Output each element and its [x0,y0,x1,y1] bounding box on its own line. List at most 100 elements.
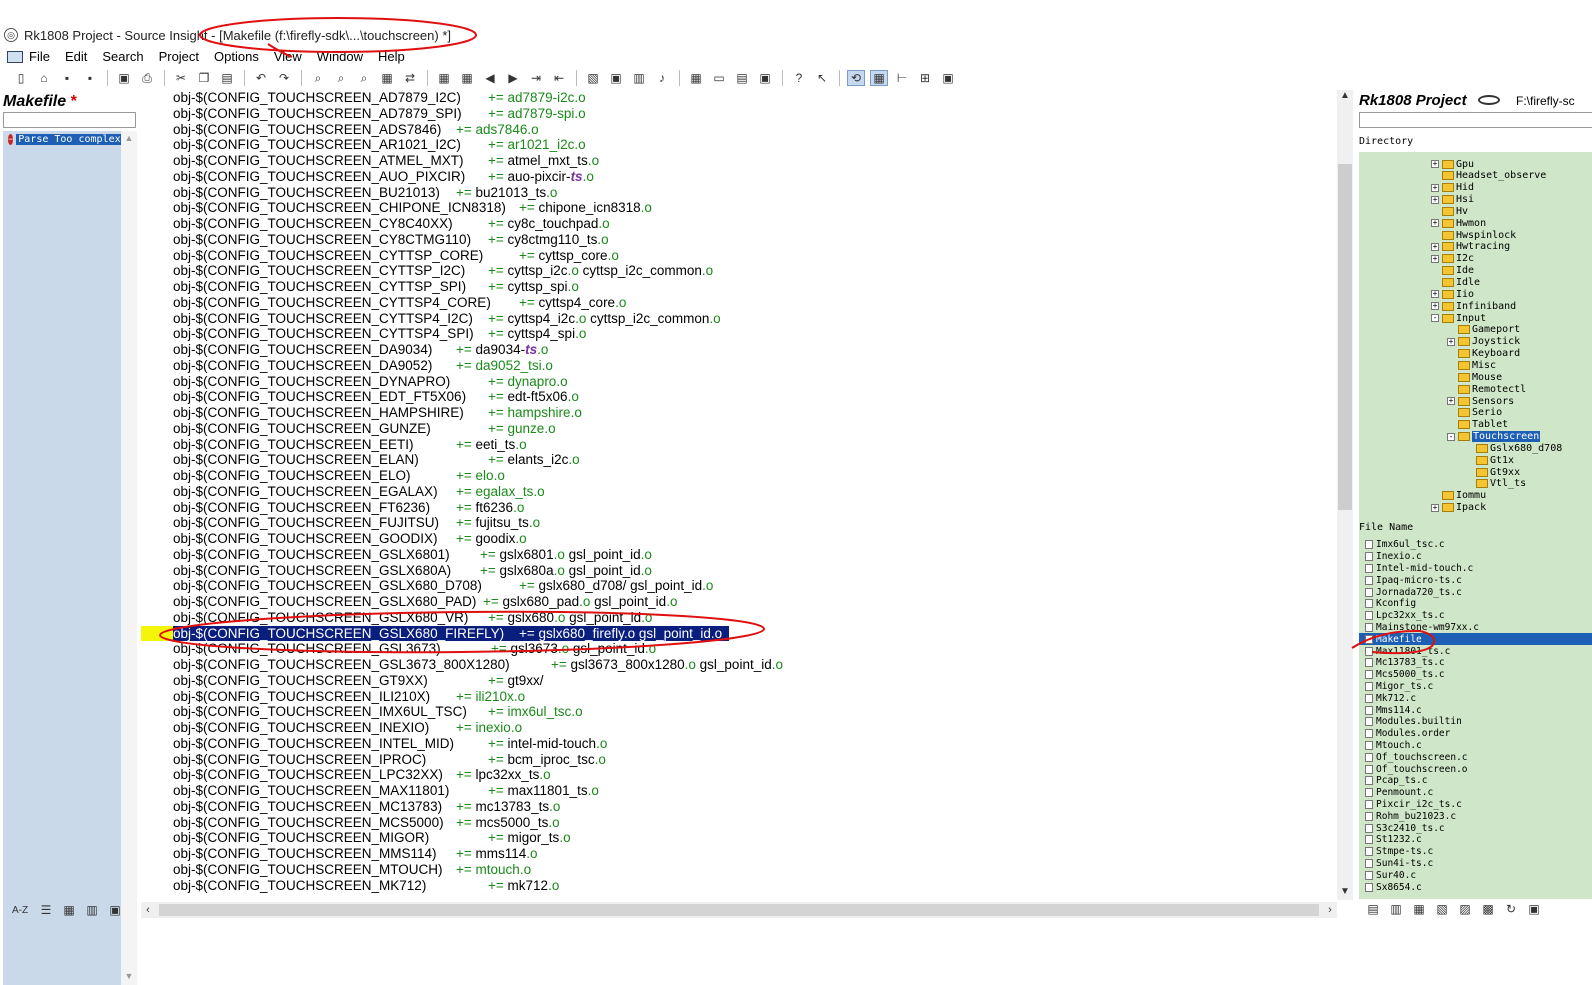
outdent-icon[interactable]: ⇤ [550,70,568,86]
tree-item[interactable]: Serio [1447,407,1502,419]
lookup-icon[interactable]: ▦ [378,70,396,86]
code-line[interactable]: obj-$(CONFIG_TOUCHSCREEN_AD7879_I2C) += a… [173,90,729,106]
code-line[interactable]: obj-$(CONFIG_TOUCHSCREEN_INTEL_MID) += in… [173,736,729,752]
tree-item[interactable]: + Gpu [1431,158,1474,170]
code-line[interactable]: obj-$(CONFIG_TOUCHSCREEN_CYTTSP_I2C) += c… [173,263,729,279]
save-icon[interactable]: ▪ [58,70,76,86]
tree-item[interactable]: Gameport [1447,324,1520,336]
code-line[interactable]: obj-$(CONFIG_TOUCHSCREEN_GT9XX) += gt9xx/ [173,673,729,689]
expand-icon[interactable]: + [1431,242,1439,251]
bookmark-icon[interactable]: ▦ [435,70,453,86]
symbol-item[interactable]: − Parse Too complex [3,132,121,146]
code-line[interactable]: obj-$(CONFIG_TOUCHSCREEN_GSLX6801) += gsl… [173,547,729,563]
code-area[interactable]: obj-$(CONFIG_TOUCHSCREEN_AD7879_I2C) += a… [173,90,783,894]
symbol-view-icon[interactable]: ▥ [1387,901,1405,917]
collapse-icon[interactable]: - [1447,432,1455,441]
tree-item[interactable]: Hv [1431,205,1468,217]
file-item[interactable]: Of_touchscreen.o [1359,763,1592,775]
print-icon[interactable]: ⎙ [138,70,156,86]
redo-icon[interactable]: ↷ [275,70,293,86]
code-line[interactable]: obj-$(CONFIG_TOUCHSCREEN_MTOUCH) += mtouc… [173,862,729,878]
pointer-help-icon[interactable]: ↖ [813,70,831,86]
file-item[interactable]: Mainstone-wm97xx.c [1359,622,1592,634]
expand-icon[interactable]: + [1431,195,1439,204]
project-window-icon[interactable]: ▦ [870,70,888,86]
relation-icon[interactable]: ▥ [630,70,648,86]
menu-file[interactable]: File [29,49,50,64]
expand-icon[interactable]: + [1431,503,1439,512]
file-item[interactable]: Inexio.c [1359,551,1592,563]
expand-icon[interactable]: + [1431,219,1439,228]
tree-item[interactable]: + Sensors [1447,395,1514,407]
tree-item[interactable]: + Hwmon [1431,217,1486,229]
file-item[interactable]: Modules.builtin [1359,716,1592,728]
replace-icon[interactable]: ⇄ [401,70,419,86]
tree-item[interactable]: Tablet [1447,419,1508,431]
paste-icon[interactable]: ▤ [218,70,236,86]
menu-view[interactable]: View [274,49,302,64]
open-folder-icon[interactable]: ▩ [1479,901,1497,917]
expand-icon[interactable]: + [1431,254,1439,263]
code-line[interactable]: obj-$(CONFIG_TOUCHSCREEN_CYTTSP_CORE) += … [173,248,729,264]
undo-icon[interactable]: ↶ [252,70,270,86]
search-files-icon[interactable]: ⌕ [332,70,350,86]
book-icon[interactable]: ▥ [83,902,101,918]
sync-files-icon[interactable]: ↻ [1502,901,1520,917]
code-line[interactable]: obj-$(CONFIG_TOUCHSCREEN_ADS7846) += ads7… [173,122,729,138]
code-line[interactable]: obj-$(CONFIG_TOUCHSCREEN_FUJITSU) += fuji… [173,515,729,531]
file-item[interactable]: Modules.order [1359,728,1592,740]
indent-icon[interactable]: ⇥ [527,70,545,86]
tree-item[interactable]: Vtl_ts [1465,478,1526,490]
expand-icon[interactable]: + [1431,290,1439,299]
symbol-window-icon[interactable]: ▧ [584,70,602,86]
file-item[interactable]: Ipaq-micro-ts.c [1359,574,1592,586]
menu-options[interactable]: Options [214,49,259,64]
editor-scroll-right-icon[interactable]: › [1323,902,1337,918]
new-file-icon[interactable]: ▯ [12,70,30,86]
file-item[interactable]: Kconfig [1359,598,1592,610]
file-item[interactable]: Max11801_ts.c [1359,645,1592,657]
help-question-icon[interactable]: ? [790,70,808,86]
tags-icon[interactable]: ▨ [1456,901,1474,917]
search-project-icon[interactable]: ⌕ [355,70,373,86]
file-item[interactable]: Mc13783_ts.c [1359,657,1592,669]
browse-icon[interactable]: ♪ [653,70,671,86]
layout-1-icon[interactable]: ▦ [687,70,705,86]
expand-icon[interactable]: + [1431,302,1439,311]
code-line[interactable]: obj-$(CONFIG_TOUCHSCREEN_EDT_FT5X06) += e… [173,389,729,405]
file-item[interactable]: Sx8654.c [1359,881,1592,893]
save-all-icon[interactable]: ▪ [81,70,99,86]
tree-item[interactable]: Ide [1431,265,1474,277]
tree-item[interactable]: + Hid [1431,182,1474,194]
file-item[interactable]: Mk712.c [1359,692,1592,704]
menu-help[interactable]: Help [378,49,405,64]
sync-icon[interactable] [1478,95,1500,105]
cut-icon[interactable]: ✂ [172,70,190,86]
tree-item[interactable]: Misc [1447,359,1496,371]
scroll-down-arrow-icon[interactable]: ▼ [124,971,134,981]
code-line[interactable]: obj-$(CONFIG_TOUCHSCREEN_CYTTSP4_CORE) +=… [173,295,729,311]
tree-item[interactable]: Gt9xx [1465,466,1520,478]
expand-icon[interactable]: + [1431,183,1439,192]
list-view-icon[interactable]: ☰ [37,902,55,918]
expand-icon[interactable]: + [1447,337,1455,346]
code-line[interactable]: obj-$(CONFIG_TOUCHSCREEN_MK712) += mk712.… [173,878,729,894]
expand-icon[interactable]: + [1447,397,1455,405]
code-line[interactable]: obj-$(CONFIG_TOUCHSCREEN_FT6236) += ft623… [173,500,729,516]
code-line[interactable]: obj-$(CONFIG_TOUCHSCREEN_CYTTSP4_I2C) += … [173,311,729,327]
code-line[interactable]: obj-$(CONFIG_TOUCHSCREEN_GUNZE) += gunze.… [173,421,729,437]
code-line[interactable]: obj-$(CONFIG_TOUCHSCREEN_GSL3673_800X128… [173,657,783,673]
expand-icon[interactable]: + [1431,160,1439,168]
editor-scroll-up-icon[interactable]: ▲ [1337,90,1353,101]
source-editor[interactable]: obj-$(CONFIG_TOUCHSCREEN_AD7879_I2C) += a… [141,90,1337,916]
code-line[interactable]: obj-$(CONFIG_TOUCHSCREEN_EGALAX) += egala… [173,484,729,500]
tree-item[interactable]: - Input [1431,312,1486,324]
tree-item[interactable]: + Joystick [1447,336,1520,348]
code-line[interactable]: obj-$(CONFIG_TOUCHSCREEN_BU21013) += bu21… [173,185,729,201]
tree-item[interactable]: Gt1x [1465,454,1514,466]
tree-item[interactable]: + Ipack [1431,502,1486,514]
code-line[interactable]: obj-$(CONFIG_TOUCHSCREEN_ELO) += elo.o [173,468,729,484]
code-line[interactable]: obj-$(CONFIG_TOUCHSCREEN_IMX6UL_TSC) += i… [173,704,729,720]
tree-icon[interactable]: ⊢ [893,70,911,86]
tree-item[interactable]: Iommu [1431,490,1486,502]
